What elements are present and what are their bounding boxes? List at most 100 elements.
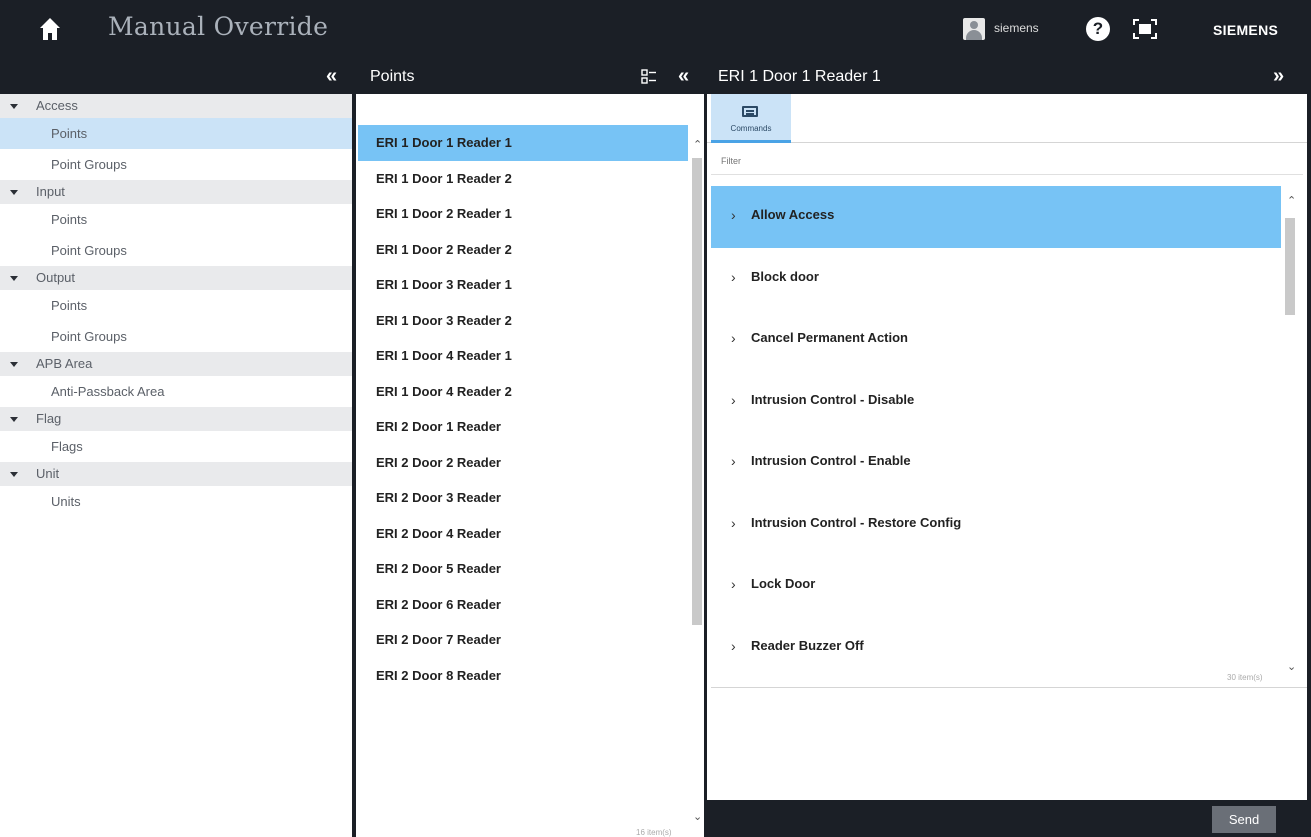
tree-item[interactable]: Flags	[0, 431, 352, 462]
command-item[interactable]: › Intrusion Control - Disable	[711, 371, 1281, 433]
expand-right-panel-button[interactable]: »	[1273, 65, 1284, 88]
tab-commands-label: Commands	[730, 124, 772, 133]
user-avatar-icon[interactable]	[963, 18, 985, 40]
points-scrollbar[interactable]	[692, 158, 702, 625]
chevron-right-icon: ›	[731, 637, 736, 654]
point-list-item[interactable]: ERI 2 Door 3 Reader	[358, 480, 688, 516]
tree-item[interactable]: Points	[0, 290, 352, 321]
point-list-item[interactable]: ERI 2 Door 6 Reader	[358, 587, 688, 623]
tree-group[interactable]: Unit	[0, 462, 352, 486]
top-bar: Manual Override siemens ? SIEMENS	[0, 0, 1311, 60]
command-item[interactable]: › Intrusion Control - Enable	[711, 432, 1281, 494]
help-icon[interactable]: ?	[1086, 17, 1110, 41]
tree-item[interactable]: Points	[0, 118, 352, 149]
scroll-up-icon[interactable]: ⌃	[693, 138, 702, 151]
collapse-left-panel-button[interactable]: «	[326, 65, 337, 88]
command-item-count: 30 item(s)	[1227, 673, 1263, 682]
command-list-divider	[711, 687, 1307, 688]
tree-group-label: APB Area	[36, 356, 93, 371]
home-icon[interactable]	[38, 16, 62, 42]
expand-triangle-icon[interactable]	[10, 104, 18, 109]
brand-logo: SIEMENS	[1213, 22, 1279, 38]
tree-item[interactable]: Point Groups	[0, 321, 352, 352]
command-list: › Allow Access › Block door › Cancel Permanen…	[711, 186, 1281, 678]
point-list-item[interactable]: ERI 2 Door 2 Reader	[358, 445, 688, 481]
point-list-item[interactable]: ERI 2 Door 7 Reader	[358, 622, 688, 658]
command-label: Intrusion Control - Disable	[751, 391, 915, 407]
points-list: ERI 1 Door 1 Reader 1 ERI 1 Door 1 Reader…	[358, 125, 688, 693]
command-label: Lock Door	[751, 576, 816, 591]
send-button[interactable]: Send	[1212, 806, 1276, 833]
tree-item[interactable]: Point Groups	[0, 149, 352, 180]
command-item[interactable]: › Lock Door	[711, 555, 1281, 617]
command-filter-input[interactable]	[711, 147, 1303, 174]
tree-group-label: Access	[36, 98, 78, 113]
left-panel-header: «	[0, 60, 356, 94]
navigation-tree: Access Points Point Groups Input Points Point…	[0, 94, 356, 837]
command-scroll-down-icon[interactable]: ⌄	[1287, 660, 1296, 673]
collapse-middle-panel-button[interactable]: «	[678, 65, 689, 88]
command-footer: Send	[707, 800, 1311, 837]
chevron-right-icon: ›	[731, 330, 736, 346]
chevron-right-icon: ›	[731, 514, 736, 531]
tree-group-label: Output	[36, 270, 76, 285]
chevron-right-icon: ›	[731, 576, 736, 592]
user-name[interactable]: siemens	[994, 21, 1039, 35]
chevron-right-icon: ›	[731, 268, 736, 285]
command-item[interactable]: › Allow Access	[711, 186, 1281, 248]
point-list-item[interactable]: ERI 1 Door 1 Reader 1	[358, 125, 688, 161]
chevron-right-icon: ›	[731, 453, 736, 469]
point-list-item[interactable]: ERI 2 Door 1 Reader	[358, 409, 688, 445]
command-item[interactable]: › Block door	[711, 248, 1281, 310]
tree-group[interactable]: APB Area	[0, 352, 352, 376]
tree-item[interactable]: Units	[0, 486, 352, 517]
chevron-right-icon: ›	[731, 391, 736, 408]
tree-group[interactable]: Input	[0, 180, 352, 204]
command-panel: Commands › Allow Access › Block door › Cancel…	[707, 94, 1311, 837]
point-list-item[interactable]: ERI 1 Door 3 Reader 2	[358, 303, 688, 339]
point-list-item[interactable]: ERI 2 Door 8 Reader	[358, 658, 688, 694]
tree-item[interactable]: Points	[0, 204, 352, 235]
point-list-item[interactable]: ERI 1 Door 2 Reader 2	[358, 232, 688, 268]
point-list-item[interactable]: ERI 2 Door 4 Reader	[358, 516, 688, 552]
points-item-count: 16 item(s)	[636, 828, 672, 837]
tree-group[interactable]: Output	[0, 266, 352, 290]
command-item[interactable]: › Cancel Permanent Action	[711, 309, 1281, 371]
command-item[interactable]: › Reader Buzzer Off	[711, 617, 1281, 679]
command-item[interactable]: › Intrusion Control - Restore Config	[711, 494, 1281, 556]
point-list-item[interactable]: ERI 2 Door 5 Reader	[358, 551, 688, 587]
tree-group[interactable]: Flag	[0, 407, 352, 431]
tree-group-label: Flag	[36, 411, 62, 426]
tree-view-icon[interactable]	[641, 69, 657, 85]
expand-triangle-icon[interactable]	[10, 472, 18, 477]
expand-triangle-icon[interactable]	[10, 190, 18, 195]
command-tabstrip: Commands	[707, 94, 1307, 143]
command-scroll-up-icon[interactable]: ⌃	[1287, 194, 1296, 207]
tree-group-label: Unit	[36, 466, 60, 481]
expand-triangle-icon[interactable]	[10, 362, 18, 367]
command-filter[interactable]	[711, 147, 1303, 175]
expand-triangle-icon[interactable]	[10, 417, 18, 422]
right-panel-title: ERI 1 Door 1 Reader 1	[718, 68, 881, 85]
command-label: Intrusion Control - Restore Config	[751, 514, 962, 530]
tree-group-label: Input	[36, 184, 65, 199]
keyboard-icon	[742, 106, 758, 117]
point-list-item[interactable]: ERI 1 Door 4 Reader 2	[358, 374, 688, 410]
expand-triangle-icon[interactable]	[10, 276, 18, 281]
tree-item[interactable]: Point Groups	[0, 235, 352, 266]
point-list-item[interactable]: ERI 1 Door 3 Reader 1	[358, 267, 688, 303]
right-panel-header: ERI 1 Door 1 Reader 1 »	[707, 60, 1311, 94]
chevron-right-icon: ›	[731, 207, 736, 223]
tab-commands[interactable]: Commands	[711, 94, 791, 143]
app-title: Manual Override	[108, 12, 329, 41]
command-scrollbar[interactable]	[1285, 218, 1295, 315]
point-list-item[interactable]: ERI 1 Door 4 Reader 1	[358, 338, 688, 374]
fullscreen-icon[interactable]	[1133, 19, 1157, 39]
point-list-item[interactable]: ERI 1 Door 2 Reader 1	[358, 196, 688, 232]
tree-group[interactable]: Access	[0, 94, 352, 118]
scroll-down-icon[interactable]: ⌄	[693, 810, 702, 823]
point-list-item[interactable]: ERI 1 Door 1 Reader 2	[358, 161, 688, 197]
command-label: Reader Buzzer Off	[751, 637, 864, 653]
tree-item[interactable]: Anti-Passback Area	[0, 376, 352, 407]
command-label: Cancel Permanent Action	[751, 330, 909, 345]
